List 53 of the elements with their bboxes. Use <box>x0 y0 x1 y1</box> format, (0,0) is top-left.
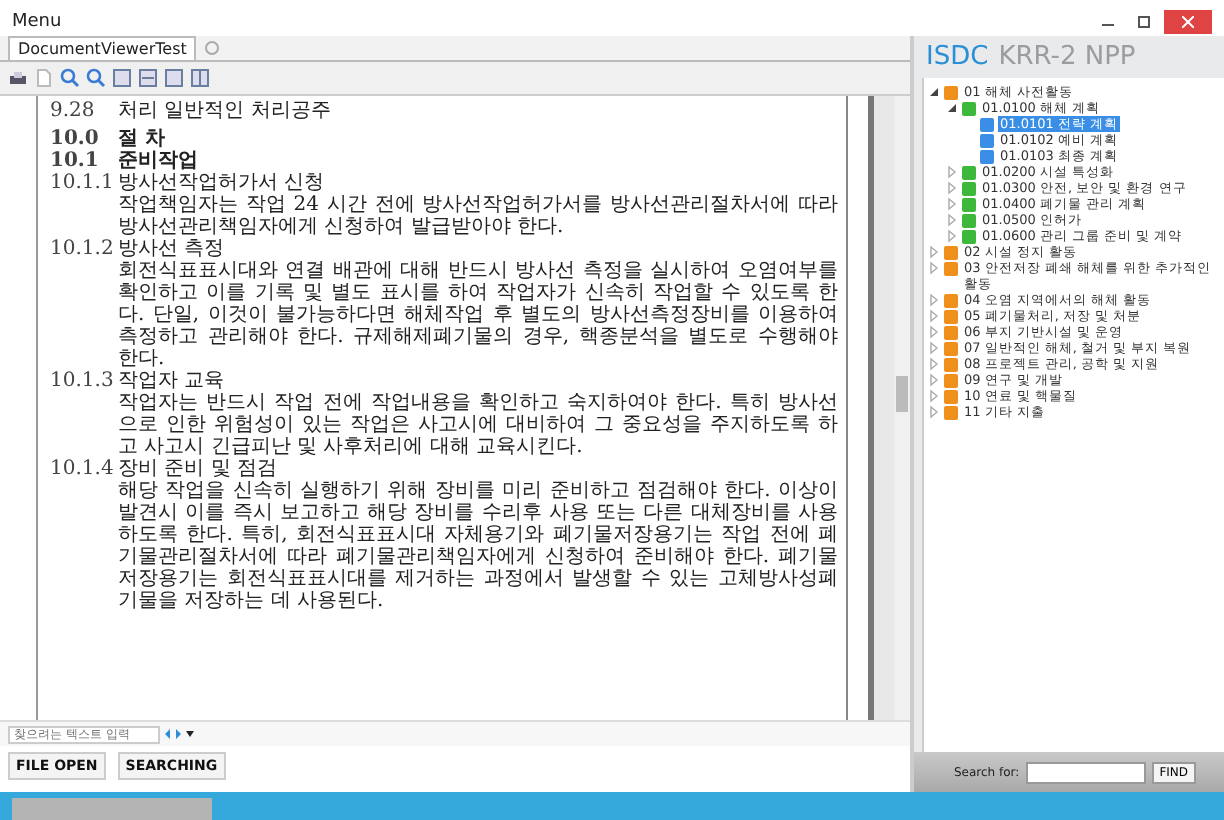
search-input[interactable] <box>1025 761 1146 783</box>
collapsed-arrow-icon[interactable] <box>946 212 958 228</box>
app-subtitle: KRR-2 NPP <box>998 42 1136 72</box>
fit-page-icon[interactable] <box>112 68 132 88</box>
collapsed-arrow-icon[interactable] <box>946 228 958 244</box>
app-title: ISDC <box>926 42 989 72</box>
collapsed-arrow-icon[interactable] <box>928 356 940 372</box>
section-number: 10.0 <box>50 128 101 150</box>
section-number: 10.1 <box>50 150 101 172</box>
zoom-in-icon[interactable] <box>60 68 80 88</box>
fit-width-icon[interactable] <box>138 68 158 88</box>
collapsed-arrow-icon[interactable] <box>928 324 940 340</box>
section-heading: 처리 일반적인 처리공주 <box>118 100 331 122</box>
collapsed-arrow-icon[interactable] <box>928 404 940 420</box>
collapsed-arrow-icon[interactable] <box>928 260 940 276</box>
section-heading: 절 차 <box>118 128 165 150</box>
expanded-arrow-icon[interactable] <box>946 100 958 116</box>
close-icon <box>1182 16 1194 28</box>
section-heading: 작업자 교육 <box>118 370 225 392</box>
section-number: 10.1.4 <box>50 458 116 480</box>
paragraph: 회전식표표시대와 연결 배관에 대해 반드시 방사선 측정을 실시하여 오염여부를 확인하고 이를 기록 및 별도 표시를 하여 작업자가 신속히 작업할 수 있도록 한다. 단일, 이것이 불가능하다면 해체작업 후 별도의 방사선측정장비를 이용하여 측정하고 관리해야 한다. 규제해제폐기물의 경우, 핵종분석을 별도로 수행해야 한다. <box>116 260 838 370</box>
section-heading: 준비작업 <box>118 150 198 172</box>
section-number: 10.1.1 <box>50 172 116 194</box>
scrollbar[interactable] <box>894 96 910 720</box>
print-icon[interactable] <box>8 68 28 88</box>
collapsed-arrow-icon[interactable] <box>946 180 958 196</box>
new-tab-icon[interactable] <box>204 40 221 56</box>
collapsed-arrow-icon[interactable] <box>928 244 940 260</box>
close-button[interactable] <box>1164 10 1212 34</box>
section-heading: 방사선 측정 <box>118 238 225 260</box>
tab[interactable]: DocumentViewerTest <box>8 36 197 60</box>
navigation-arrows-icon[interactable] <box>164 728 196 740</box>
two-page-icon[interactable] <box>190 68 210 88</box>
collapsed-arrow-icon[interactable] <box>946 164 958 180</box>
section-number: 9.28 <box>50 100 97 122</box>
expanded-arrow-icon[interactable] <box>928 84 940 100</box>
menu[interactable]: Menu <box>12 12 62 32</box>
maximize-icon[interactable] <box>1138 16 1150 28</box>
collapsed-arrow-icon[interactable] <box>928 308 940 324</box>
section-heading: 장비 준비 및 점검 <box>118 458 278 480</box>
collapsed-arrow-icon[interactable] <box>928 372 940 388</box>
collapsed-arrow-icon[interactable] <box>928 292 940 308</box>
section-number: 10.1.2 <box>50 238 116 260</box>
collapsed-arrow-icon[interactable] <box>946 196 958 212</box>
single-page-icon[interactable] <box>164 68 184 88</box>
section-number: 10.1.3 <box>50 370 116 392</box>
zoom-out-icon[interactable] <box>86 68 106 88</box>
section-heading: 방사선작업허가서 신청 <box>118 172 325 194</box>
collapsed-arrow-icon[interactable] <box>928 340 940 356</box>
collapsed-arrow-icon[interactable] <box>928 388 940 404</box>
paragraph: 해당 작업을 신속히 실행하기 위해 장비를 미리 준비하고 점검해야 한다. 이상이 발견시 이를 즉시 보고하고 해당 장비를 수리후 사용 또는 다른 대체장비를 사용하도록 한다. 특히, 회전식표표시대 자체용기와 폐기물저장용기는 작업 전에 폐기물관리절차서에 따라 폐기물관리책임자에게 신청하여 준비해야 한다. 폐기물저장용기는 회전식표표시대를 제거하는 과정에서 발생할 수 있는 고체방사성폐기물을 저장하는 데 사용된다. <box>116 480 838 612</box>
paragraph: 작업책임자는 작업 24 시간 전에 방사선작업허가서를 방사선관리절차서에 따라 방사선관리책임자에게 신청하여 발급받아야 한다. <box>116 194 838 238</box>
paragraph: 작업자는 반드시 작업 전에 작업내용을 확인하고 숙지하여야 한다. 특히 방사선으로 인한 위험성이 있는 작업은 사고시에 대비하여 그 중요성을 주지하도록 하고 사고시 긴급피난 및 사후처리에 대해 교육시킨다. <box>116 392 838 458</box>
